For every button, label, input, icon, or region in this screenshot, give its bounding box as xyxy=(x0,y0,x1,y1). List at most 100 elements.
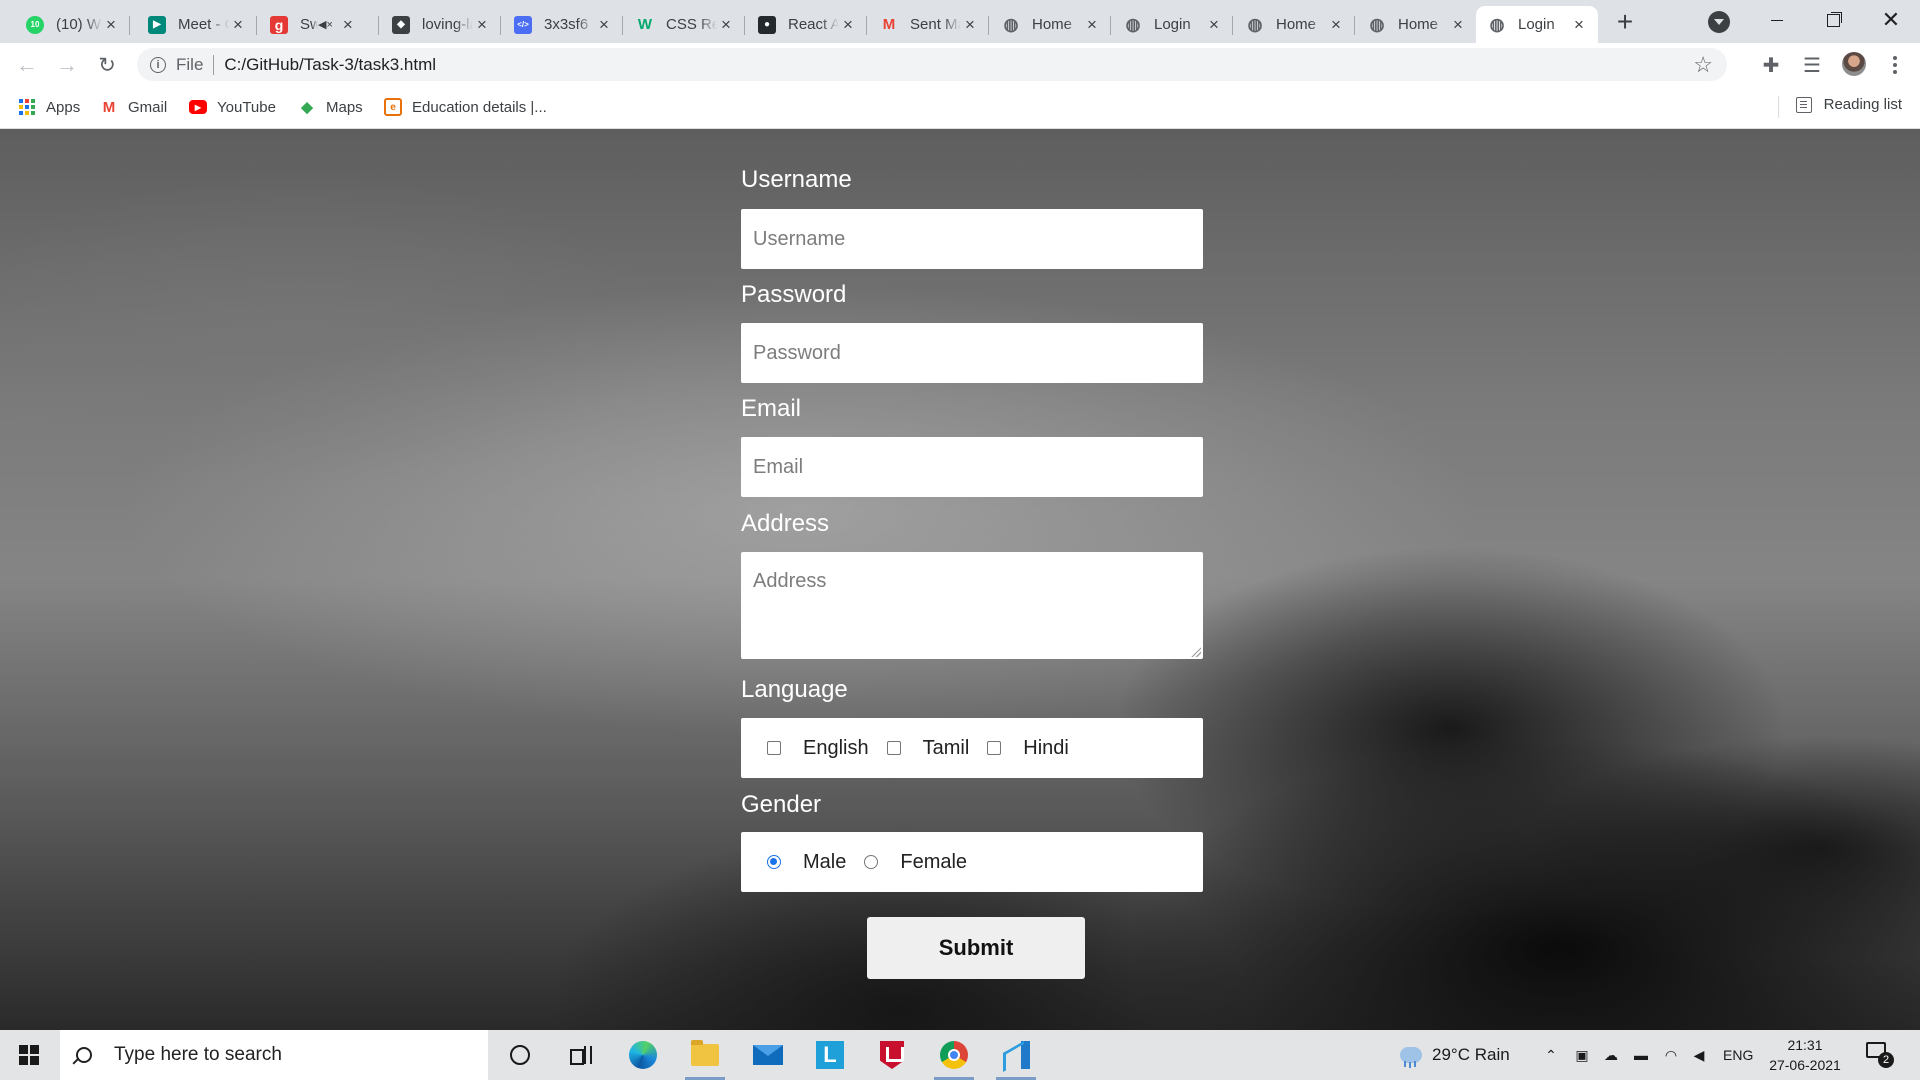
tab-home[interactable]: ◍ Home × xyxy=(1356,6,1477,43)
extensions-puzzle-icon[interactable]: ✚ xyxy=(1758,52,1784,78)
english-checkbox[interactable] xyxy=(767,741,781,755)
more-menu-icon[interactable] xyxy=(1882,52,1908,78)
cortana-button[interactable] xyxy=(492,1030,548,1080)
taskbar-mcafee[interactable] xyxy=(864,1030,920,1080)
close-icon[interactable]: × xyxy=(102,15,120,34)
window-close-icon[interactable]: ✕ xyxy=(1868,0,1914,40)
bookmark-education[interactable]: e Education details |... xyxy=(384,96,547,118)
cortana-icon xyxy=(510,1045,530,1065)
taskbar-edge[interactable] xyxy=(615,1030,671,1080)
l-app-icon: L xyxy=(816,1041,844,1069)
tab-codepen[interactable]: </> 3x3sf6 × xyxy=(502,6,623,43)
minimize-icon[interactable] xyxy=(1754,0,1800,40)
username-label: Username xyxy=(741,166,852,193)
tab-swiggy[interactable]: g Swiggy ◀× × xyxy=(258,6,379,43)
hindi-checkbox[interactable] xyxy=(987,741,1002,755)
language-option-tamil[interactable]: Tamil xyxy=(886,737,969,760)
bookmark-apps[interactable]: Apps xyxy=(18,96,80,118)
male-radio[interactable] xyxy=(767,855,781,869)
volume-icon[interactable]: ◀ xyxy=(1690,1046,1708,1064)
address-textarea[interactable] xyxy=(741,552,1203,659)
back-arrow-icon[interactable]: ← xyxy=(13,51,41,79)
tab-login[interactable]: ◍ Login × xyxy=(1112,6,1233,43)
new-tab-button[interactable]: + xyxy=(1610,8,1640,38)
close-icon[interactable]: × xyxy=(1570,15,1588,34)
input-language[interactable]: ENG xyxy=(1723,1030,1753,1080)
close-icon[interactable]: × xyxy=(1449,15,1467,34)
tab-whatsapp[interactable]: 10 (10) WhatsApp × xyxy=(14,6,130,43)
option-label: English xyxy=(803,736,869,759)
task-view-button[interactable] xyxy=(552,1030,608,1080)
start-button[interactable] xyxy=(0,1030,58,1080)
bookmark-gmail[interactable]: M Gmail xyxy=(100,96,167,118)
taskbar-vscode[interactable] xyxy=(988,1030,1044,1080)
username-input[interactable] xyxy=(741,209,1203,269)
bookmark-star-icon[interactable]: ☆ xyxy=(1693,52,1713,78)
taskbar-mail[interactable] xyxy=(740,1030,796,1080)
bookmark-maps[interactable]: ◆ Maps xyxy=(298,96,362,118)
device-icon[interactable]: ▣ xyxy=(1573,1046,1591,1064)
close-icon[interactable]: × xyxy=(339,15,357,34)
action-center-button[interactable]: 2 xyxy=(1866,1042,1894,1068)
tamil-checkbox[interactable] xyxy=(886,741,901,755)
tab-divider xyxy=(988,16,989,35)
weather-text: 29°C Rain xyxy=(1432,1045,1510,1064)
close-icon[interactable]: × xyxy=(1327,15,1345,34)
url-text[interactable]: C:/GitHub/Task-3/task3.html xyxy=(224,55,436,75)
profile-avatar[interactable] xyxy=(1842,52,1866,76)
onedrive-icon[interactable]: ☁ xyxy=(1602,1046,1620,1064)
reload-icon[interactable]: ↻ xyxy=(93,51,121,79)
tab-divider xyxy=(500,16,501,35)
close-icon[interactable]: × xyxy=(229,15,247,34)
tab-home[interactable]: ◍ Home × xyxy=(990,6,1111,43)
taskbar-search-box[interactable]: Type here to search xyxy=(60,1030,488,1080)
info-icon[interactable]: i xyxy=(150,56,166,73)
close-icon[interactable]: × xyxy=(961,15,979,34)
chevron-up-icon[interactable]: ⌃ xyxy=(1542,1046,1560,1064)
email-input[interactable] xyxy=(741,437,1203,497)
media-playlist-icon[interactable]: ☰ xyxy=(1799,52,1825,78)
language-option-hindi[interactable]: Hindi xyxy=(987,737,1069,760)
tab-gmail[interactable]: M Sent Mail - Gmail × xyxy=(868,6,989,43)
gender-option-male[interactable]: Male xyxy=(767,851,846,874)
submit-button[interactable]: Submit xyxy=(867,917,1085,979)
tab-divider xyxy=(866,16,867,35)
speaker-muted-icon[interactable]: ◀× xyxy=(318,18,333,31)
taskbar-file-explorer[interactable] xyxy=(677,1030,733,1080)
tab-react-app[interactable]: ● React App × xyxy=(746,6,867,43)
wifi-icon[interactable]: ◠ xyxy=(1662,1046,1680,1064)
tab-meet[interactable]: ▶ Meet - Google Meet × xyxy=(136,6,257,43)
taskbar-l-app[interactable]: L xyxy=(802,1030,858,1080)
tab-home[interactable]: ◍ Home × xyxy=(1234,6,1355,43)
bookmark-youtube[interactable]: ▶ YouTube xyxy=(189,96,276,118)
close-icon[interactable]: × xyxy=(717,15,735,34)
browser-tab-strip: 10 (10) WhatsApp × ▶ Meet - Google Meet … xyxy=(0,0,1920,43)
close-icon[interactable]: × xyxy=(473,15,491,34)
female-radio[interactable] xyxy=(864,855,879,869)
close-icon[interactable]: × xyxy=(1205,15,1223,34)
close-icon[interactable]: × xyxy=(595,15,613,34)
gender-option-female[interactable]: Female xyxy=(864,851,967,874)
weather-widget[interactable]: 29°C Rain xyxy=(1400,1030,1510,1080)
battery-icon[interactable]: ▬ xyxy=(1632,1046,1650,1064)
tab-search-icon[interactable] xyxy=(1708,11,1730,33)
resize-grip-icon[interactable] xyxy=(1191,647,1201,657)
language-option-english[interactable]: English xyxy=(767,737,869,760)
forward-arrow-icon[interactable]: → xyxy=(53,51,81,79)
reading-list-button[interactable]: Reading list xyxy=(1795,96,1902,113)
maximize-icon[interactable] xyxy=(1810,0,1856,40)
tab-divider xyxy=(1232,16,1233,35)
taskbar-chrome[interactable] xyxy=(926,1030,982,1080)
tab-login-active[interactable]: ◍ Login × xyxy=(1476,6,1598,43)
close-icon[interactable]: × xyxy=(1083,15,1101,34)
tab-divider xyxy=(378,16,379,35)
address-bar[interactable]: i File C:/GitHub/Task-3/task3.html ☆ xyxy=(137,48,1727,81)
tab-codesandbox[interactable]: ◆ loving-lamport × xyxy=(380,6,501,43)
password-input[interactable] xyxy=(741,323,1203,383)
tab-title: Login xyxy=(1518,16,1555,33)
close-icon[interactable]: × xyxy=(839,15,857,34)
search-placeholder: Type here to search xyxy=(114,1044,282,1065)
task-view-icon xyxy=(570,1046,592,1065)
tab-w3schools[interactable]: W CSS Reference × xyxy=(624,6,745,43)
clock[interactable]: 21:31 27-06-2021 xyxy=(1760,1035,1850,1075)
